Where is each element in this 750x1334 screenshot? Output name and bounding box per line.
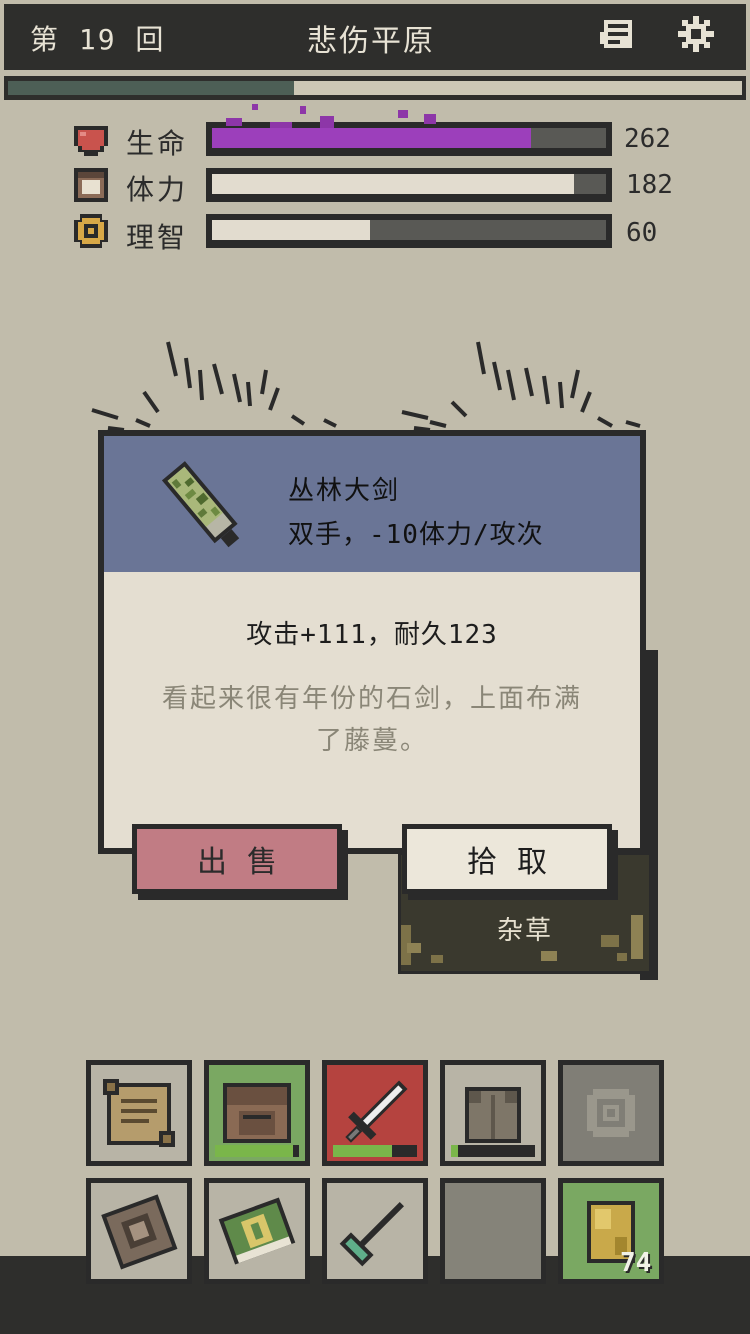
heart-icon bbox=[72, 120, 110, 158]
inventory-slot-backpack[interactable] bbox=[204, 1060, 310, 1166]
gear-icon[interactable] bbox=[676, 14, 716, 54]
item-usage: 双手，-10体力/攻次 bbox=[288, 520, 544, 550]
sanity-bar-track bbox=[212, 220, 606, 240]
inventory-slot-weapon[interactable] bbox=[322, 1060, 428, 1166]
durability-fill bbox=[215, 1145, 294, 1157]
stat-value-hp: 262 bbox=[624, 124, 671, 154]
hp-bar-track bbox=[212, 128, 606, 148]
durability-bar bbox=[451, 1145, 535, 1157]
inventory-slot-spellbook[interactable] bbox=[86, 1178, 192, 1284]
scroll-icon bbox=[103, 1079, 175, 1147]
item-flavor-text: 看起来很有年份的石剑，上面布满了藤蔓。 bbox=[161, 684, 582, 756]
stat-value-stamina: 182 bbox=[626, 170, 673, 200]
sanity-amulet-icon bbox=[587, 1089, 635, 1137]
journal-icon[interactable] bbox=[598, 14, 638, 54]
durability-fill bbox=[333, 1145, 392, 1157]
cash-bundle-icon bbox=[218, 1197, 296, 1265]
pickup-button[interactable]: 拾取 bbox=[402, 824, 612, 894]
pickaxe-icon bbox=[339, 1202, 404, 1267]
progress-fill bbox=[8, 81, 295, 95]
durability-bar bbox=[333, 1145, 417, 1157]
inventory-slot-cash[interactable] bbox=[204, 1178, 310, 1284]
inventory-slot-empty[interactable] bbox=[440, 1178, 546, 1284]
inventory-slot-pickaxe[interactable] bbox=[322, 1178, 428, 1284]
sanity-bar-fill bbox=[212, 220, 370, 240]
hp-bar-fill bbox=[212, 128, 532, 148]
jungle-greatsword-icon bbox=[158, 456, 248, 556]
stamina-bar-track bbox=[212, 174, 606, 194]
spellbook-icon bbox=[101, 1194, 178, 1270]
sanity-icon bbox=[72, 212, 110, 250]
inventory-slot-scroll[interactable] bbox=[86, 1060, 192, 1166]
item-stats: 攻击+111，耐久123 bbox=[246, 620, 498, 650]
grass-scenery bbox=[91, 341, 641, 432]
sell-button[interactable]: 出售 bbox=[132, 824, 342, 894]
item-name: 丛林大剑 bbox=[288, 476, 401, 506]
stamina-icon bbox=[72, 166, 110, 204]
hp-particle bbox=[300, 106, 306, 114]
hp-particle bbox=[252, 104, 258, 110]
durability-bar bbox=[215, 1145, 299, 1157]
stat-label-hp: 生命 bbox=[126, 127, 189, 160]
hp-particle bbox=[320, 116, 334, 128]
hp-particle bbox=[424, 114, 436, 124]
stamina-bar-fill bbox=[212, 174, 575, 194]
stat-label-stamina: 体力 bbox=[126, 173, 189, 206]
weeds-label: 杂草 bbox=[496, 916, 553, 946]
hp-particle bbox=[226, 118, 242, 126]
inventory-slot-armor[interactable] bbox=[440, 1060, 546, 1166]
stat-value-sanity: 60 bbox=[626, 218, 658, 248]
durability-fill bbox=[451, 1145, 458, 1157]
stat-label-sanity: 理智 bbox=[126, 221, 189, 254]
hp-particle bbox=[270, 122, 292, 128]
hp-particle bbox=[398, 110, 408, 118]
gold-count: 74 bbox=[620, 1248, 652, 1278]
inventory-slot-amulet[interactable] bbox=[558, 1060, 664, 1166]
